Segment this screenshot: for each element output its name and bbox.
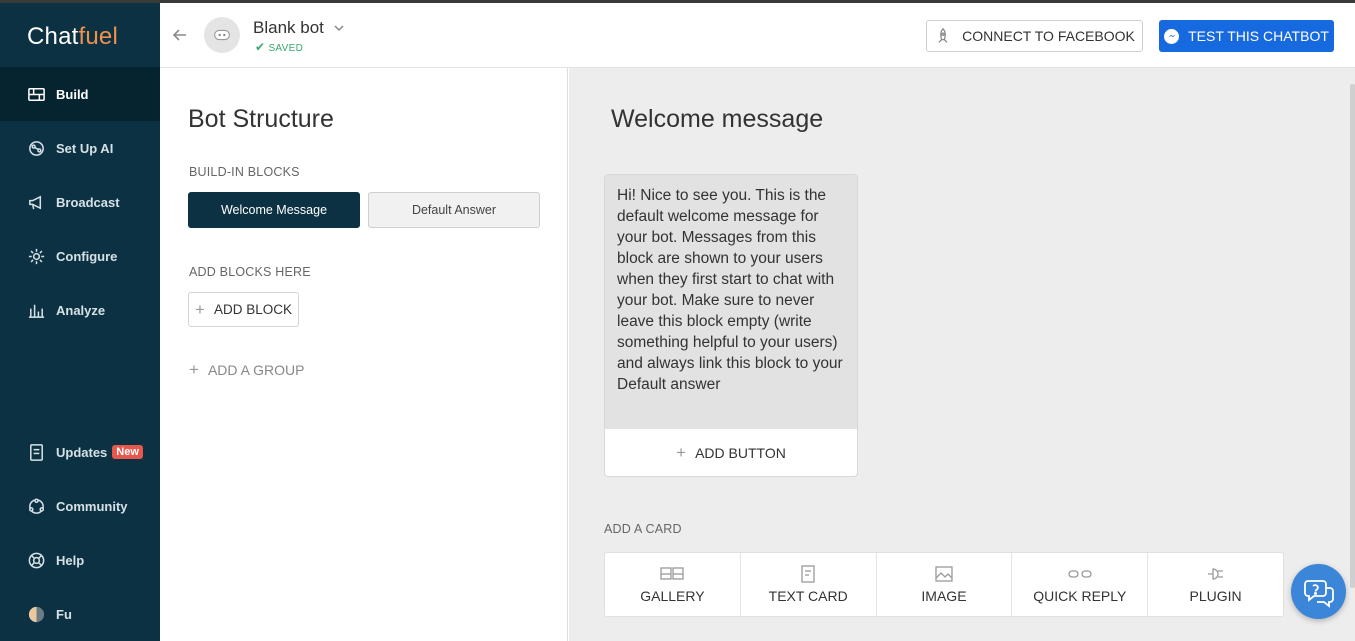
bot-structure-panel: Bot Structure BUILD-IN BLOCKS Welcome Me…: [160, 68, 568, 641]
text-card-icon: [801, 565, 815, 583]
sidebar-item-label: Updates: [56, 444, 108, 460]
sidebar-item-label: Broadcast: [56, 194, 120, 210]
sidebar-item-broadcast[interactable]: Broadcast: [0, 175, 160, 229]
avatar-icon: [26, 604, 46, 624]
chevron-down-icon[interactable]: [332, 21, 346, 35]
default-answer-block[interactable]: Default Answer: [368, 192, 540, 228]
card-type-bar: GALLERY TEXT CARD IMAGE QUICK REPLY PLUG…: [604, 552, 1284, 617]
sidebar-item-build[interactable]: Build: [0, 67, 160, 121]
connect-to-facebook-button[interactable]: CONNECT TO FACEBOOK: [926, 20, 1143, 52]
gallery-card-option[interactable]: GALLERY: [605, 553, 741, 616]
sidebar-item-setup-ai[interactable]: Set Up AI: [0, 121, 160, 175]
sidebar-item-label: Fu: [56, 606, 72, 622]
editor-title: Welcome message: [611, 105, 824, 133]
plugin-card-option[interactable]: PLUGIN: [1148, 553, 1283, 616]
robot-icon: [214, 29, 230, 41]
builtin-blocks-label: BUILD-IN BLOCKS: [189, 165, 300, 179]
help-chat-icon: [1303, 579, 1334, 608]
sidebar: Chatfuel Build Set Up AI Broadcast Confi…: [0, 3, 160, 641]
gallery-icon: [660, 567, 685, 580]
chart-icon: [26, 300, 46, 320]
text-card-option[interactable]: TEXT CARD: [741, 553, 877, 616]
help-icon: [26, 550, 46, 570]
add-blocks-label: ADD BLOCKS HERE: [189, 265, 311, 279]
message-text[interactable]: Hi! Nice to see you. This is the default…: [605, 175, 857, 429]
ai-icon: [26, 138, 46, 158]
sidebar-item-updates[interactable]: Updates New: [0, 425, 160, 479]
image-card-option[interactable]: IMAGE: [877, 553, 1013, 616]
sidebar-item-account[interactable]: Fu: [0, 587, 160, 641]
help-chat-button[interactable]: [1291, 564, 1346, 619]
sidebar-item-label: Help: [56, 552, 85, 568]
sidebar-item-label: Community: [56, 498, 128, 514]
sidebar-item-label: Configure: [56, 248, 118, 264]
plus-icon: +: [189, 360, 199, 379]
back-arrow-icon[interactable]: [170, 25, 190, 45]
welcome-message-block[interactable]: Welcome Message: [188, 192, 360, 228]
add-group-button[interactable]: + ADD A GROUP: [189, 360, 304, 380]
gear-icon: [26, 246, 46, 266]
bot-name[interactable]: Blank bot: [253, 18, 324, 38]
plugin-icon: [1207, 568, 1223, 580]
image-icon: [935, 566, 953, 582]
megaphone-icon: [26, 192, 46, 212]
text-card: Hi! Nice to see you. This is the default…: [604, 174, 858, 477]
community-icon: [26, 496, 46, 516]
messenger-icon: [1164, 28, 1180, 44]
sidebar-item-help[interactable]: Help: [0, 533, 160, 587]
add-block-button[interactable]: + ADD BLOCK: [188, 292, 299, 327]
sidebar-item-configure[interactable]: Configure: [0, 229, 160, 283]
check-icon: ✔: [255, 40, 266, 54]
sidebar-item-community[interactable]: Community: [0, 479, 160, 533]
quick-reply-card-option[interactable]: QUICK REPLY: [1012, 553, 1149, 616]
scrollbar[interactable]: [1350, 84, 1355, 588]
structure-title: Bot Structure: [188, 105, 334, 133]
test-chatbot-button[interactable]: TEST THIS CHATBOT: [1159, 20, 1334, 52]
add-card-label: ADD A CARD: [604, 522, 682, 536]
updates-icon: [26, 442, 46, 462]
bot-avatar[interactable]: [204, 17, 240, 53]
new-badge: New: [112, 445, 143, 459]
quick-reply-icon: [1068, 570, 1092, 578]
plus-icon: +: [195, 299, 205, 319]
sidebar-item-label: Build: [56, 86, 89, 102]
block-editor: Welcome message Hi! Nice to see you. Thi…: [569, 68, 1355, 641]
sidebar-item-label: Analyze: [56, 302, 106, 318]
sidebar-item-analyze[interactable]: Analyze: [0, 283, 160, 337]
chatfuel-logo[interactable]: Chatfuel: [27, 23, 118, 51]
sidebar-item-label: Set Up AI: [56, 140, 114, 156]
rocket-icon: [938, 27, 948, 43]
plus-icon: +: [676, 443, 687, 462]
add-button-button[interactable]: + ADD BUTTON: [605, 429, 857, 476]
build-icon: [26, 84, 46, 104]
top-header: Blank bot ✔ SAVED CONNECT TO FACEBOOK TE…: [160, 3, 1355, 68]
saved-status: ✔ SAVED: [255, 40, 304, 54]
